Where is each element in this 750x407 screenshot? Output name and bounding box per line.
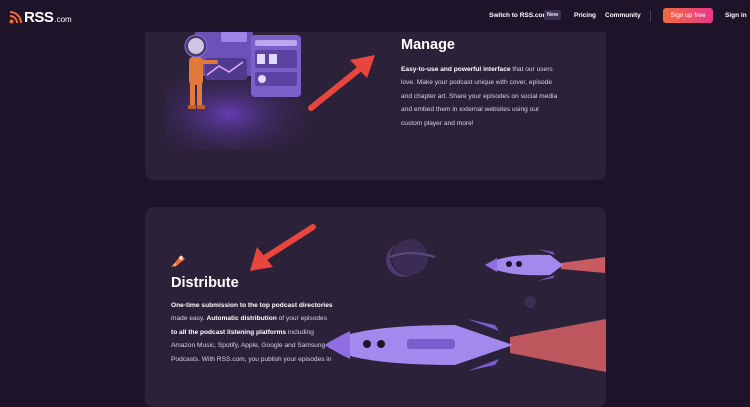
pricing-link[interactable]: Pricing: [574, 12, 596, 19]
distribute-line: Podcasts. With RSS.com, you publish your…: [171, 355, 332, 363]
manage-line: custom player and more!: [401, 119, 474, 127]
rocket-icon: [171, 255, 185, 267]
distribute-title: Distribute: [171, 275, 239, 291]
manage-description: Easy-to-use and powerful interface that …: [401, 63, 601, 130]
distribute-line: One-time submission to the top podcast d…: [171, 302, 333, 309]
manage-line: Easy-to-use and powerful interface that …: [401, 66, 553, 73]
distribute-description: One-time submission to the top podcast d…: [171, 299, 381, 366]
manage-line: and embed them in external websites usin…: [401, 106, 540, 114]
manage-title: Manage: [401, 37, 455, 53]
manage-line: and chapter art. Share your episodes on …: [401, 92, 558, 100]
nav-divider: [650, 10, 651, 22]
new-badge: New: [544, 10, 562, 20]
switch-link[interactable]: Switch to RSS.com: [489, 12, 548, 19]
signin-link[interactable]: Sign in: [725, 12, 747, 19]
top-nav: RSS .com Switch to RSS.com New Pricing C…: [0, 0, 750, 32]
signup-button[interactable]: Sign up free: [663, 8, 713, 23]
distribute-line: made easy. Automatic distribution of you…: [171, 315, 327, 323]
distribute-line: Amazon Music, Spotify, Apple, Google and…: [171, 342, 326, 350]
rss-icon: [9, 11, 22, 24]
distribute-card: Distribute One-time submission to the to…: [145, 207, 606, 407]
logo-text: RSS: [24, 9, 54, 26]
logo-tld: .com: [54, 15, 72, 24]
manage-line: love. Make your podcast unique with cove…: [401, 79, 553, 87]
distribute-line: to all the podcast listening platforms i…: [171, 328, 314, 336]
community-link[interactable]: Community: [605, 12, 641, 19]
rss-logo[interactable]: RSS .com: [9, 9, 72, 26]
